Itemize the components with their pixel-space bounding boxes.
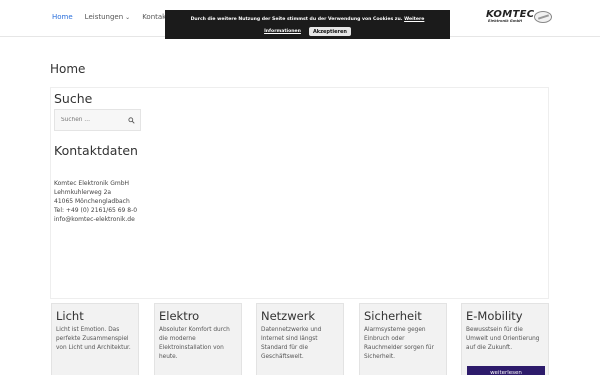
read-more-button[interactable]: weiterlesen	[467, 366, 545, 375]
main-nav: Home Leistungen ⌄ Kontakt	[52, 13, 181, 21]
card-e-mobility[interactable]: E-Mobility Bewusstsein für die Umwelt un…	[461, 303, 549, 375]
card-text: Alarmsysteme gegen Einbruch oder Rauchme…	[364, 327, 434, 360]
cookie-actions: Informationen Akzeptieren	[165, 27, 450, 36]
cookie-accept-button[interactable]: Akzeptieren	[308, 27, 351, 36]
logo-mark-icon	[534, 11, 552, 23]
card-title: E-Mobility	[466, 309, 523, 323]
kontakt-street: Lehmkuhlerweg 2a	[54, 189, 112, 196]
kontakt-details: Komtec Elektronik GmbH Lehmkuhlerweg 2a …	[54, 179, 141, 224]
chevron-down-icon: ⌄	[125, 14, 131, 21]
card-title: Netzwerk	[261, 309, 316, 323]
logo-subtext: Elektronik GmbH	[488, 19, 523, 23]
card-title: Elektro	[159, 309, 200, 323]
page-title: Home	[50, 62, 86, 76]
company-logo[interactable]: KOMTEC Elektronik GmbH	[486, 9, 552, 27]
kontakt-widget-title: Kontaktdaten	[54, 143, 138, 158]
card-text: Bewusstsein für die Umwelt und Orientier…	[466, 327, 540, 351]
search-input[interactable]	[61, 117, 121, 123]
card-title: Licht	[56, 309, 84, 323]
kontakt-company: Komtec Elektronik GmbH	[54, 180, 130, 187]
kontakt-city: 41065 Mönchengladbach	[54, 198, 130, 205]
card-text: Absoluter Komfort durch die moderne Elek…	[159, 327, 230, 360]
card-elektro[interactable]: Elektro Absoluter Komfort durch die mode…	[154, 303, 242, 375]
kontakt-phone: Tel: +49 (0) 2161/65 69 8-0	[54, 207, 138, 214]
card-netzwerk[interactable]: Netzwerk Datennetzwerke und Internet sin…	[256, 303, 344, 375]
cookie-info-link[interactable]: Informationen	[264, 29, 301, 34]
nav-item-label: Leistungen	[84, 13, 124, 21]
search-widget-title: Suche	[54, 91, 93, 106]
card-text: Datennetzwerke und Internet sind längst …	[261, 327, 322, 360]
search-icon[interactable]	[128, 117, 135, 124]
search-widget-title-wrap: Suche	[54, 92, 144, 106]
card-text: Licht ist Emotion. Das perfekte Zusammen…	[56, 327, 131, 351]
nav-item-leistungen[interactable]: Leistungen ⌄	[85, 13, 131, 21]
card-sicherheit[interactable]: Sicherheit Alarmsysteme gegen Einbruch o…	[359, 303, 447, 375]
card-licht[interactable]: Licht Licht ist Emotion. Das perfekte Zu…	[51, 303, 139, 375]
kontakt-email[interactable]: info@komtec-elektronik.de	[54, 215, 141, 224]
card-title: Sicherheit	[364, 309, 422, 323]
cookie-message-text: Durch die weitere Nutzung der Seite stim…	[190, 17, 403, 22]
cookie-message: Durch die weitere Nutzung der Seite stim…	[165, 17, 450, 22]
search-box	[54, 109, 141, 131]
cookie-more-link[interactable]: Weitere	[404, 17, 424, 22]
cookie-banner: Durch die weitere Nutzung der Seite stim…	[165, 10, 450, 39]
nav-item-home[interactable]: Home	[52, 13, 73, 21]
